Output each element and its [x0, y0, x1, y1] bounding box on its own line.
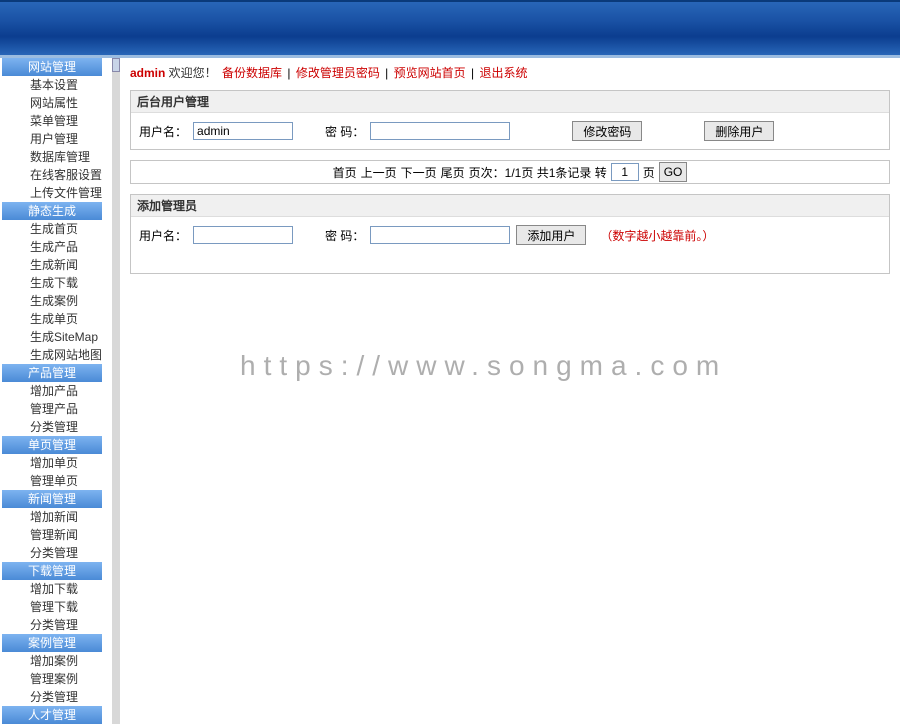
sidebar-item[interactable]: 增加案例: [0, 652, 112, 670]
panel-title: 添加管理员: [131, 195, 889, 217]
sidebar-item[interactable]: 生成网站地图: [0, 346, 112, 364]
password-input[interactable]: [370, 122, 510, 140]
sidebar-group-header[interactable]: 静态生成: [2, 202, 102, 220]
page-info: 页次：1/1页 共1条记录 转: [469, 164, 607, 181]
sidebar-item[interactable]: 增加产品: [0, 382, 112, 400]
sidebar-item[interactable]: 生成SiteMap: [0, 328, 112, 346]
add-user-button[interactable]: 添加用户: [516, 225, 586, 245]
pagination: 首页 上一页 下一页 尾页 页次：1/1页 共1条记录 转 页 GO: [130, 160, 890, 184]
sidebar-group-header[interactable]: 案例管理: [2, 634, 102, 652]
sidebar-group-header[interactable]: 人才管理: [2, 706, 102, 724]
change-password-button[interactable]: 修改密码: [572, 121, 642, 141]
password-label: 密 码：: [325, 227, 364, 244]
page-prev[interactable]: 上一页: [361, 164, 397, 181]
sidebar: 网站管理基本设置网站属性菜单管理用户管理数据库管理在线客服设置上传文件管理静态生…: [0, 58, 112, 724]
sidebar-item[interactable]: 数据库管理: [0, 148, 112, 166]
sidebar-item[interactable]: 上传文件管理: [0, 184, 112, 202]
sidebar-item[interactable]: 管理下载: [0, 598, 112, 616]
sidebar-item[interactable]: 管理案例: [0, 670, 112, 688]
sidebar-group-header[interactable]: 单页管理: [2, 436, 102, 454]
page-suffix: 页: [643, 164, 655, 181]
sidebar-item[interactable]: 分类管理: [0, 418, 112, 436]
sidebar-item[interactable]: 生成案例: [0, 292, 112, 310]
sidebar-group-header[interactable]: 产品管理: [2, 364, 102, 382]
sidebar-scrollbar[interactable]: [112, 58, 120, 724]
welcome-text: 欢迎您！: [165, 66, 220, 80]
sidebar-item[interactable]: 管理新闻: [0, 526, 112, 544]
sidebar-item[interactable]: 增加新闻: [0, 508, 112, 526]
sidebar-item[interactable]: 生成单页: [0, 310, 112, 328]
panel-add-admin: 添加管理员 用户名： 密 码： 添加用户 （数字越小越靠前。）: [130, 194, 890, 274]
sidebar-item[interactable]: 增加下载: [0, 580, 112, 598]
sidebar-group-header[interactable]: 新闻管理: [2, 490, 102, 508]
topline: admin 欢迎您！ 备份数据库 | 修改管理员密码 | 预览网站首页 | 退出…: [130, 64, 890, 82]
sidebar-item[interactable]: 网站属性: [0, 94, 112, 112]
sidebar-item[interactable]: 在线客服设置: [0, 166, 112, 184]
sidebar-item[interactable]: 分类管理: [0, 616, 112, 634]
new-password-input[interactable]: [370, 226, 510, 244]
sidebar-item[interactable]: 分类管理: [0, 688, 112, 706]
sidebar-item[interactable]: 分类管理: [0, 544, 112, 562]
scroll-up[interactable]: [112, 58, 120, 72]
username-input[interactable]: [193, 122, 293, 140]
link-backup[interactable]: 备份数据库: [222, 66, 282, 80]
link-change-pwd[interactable]: 修改管理员密码: [296, 66, 380, 80]
header-bar: [0, 0, 900, 58]
sidebar-group-header[interactable]: 下载管理: [2, 562, 102, 580]
page-input[interactable]: [611, 163, 639, 181]
username-label: 用户名：: [139, 123, 187, 140]
sidebar-item[interactable]: 用户管理: [0, 130, 112, 148]
new-username-input[interactable]: [193, 226, 293, 244]
sidebar-item[interactable]: 菜单管理: [0, 112, 112, 130]
sidebar-item[interactable]: 管理单页: [0, 472, 112, 490]
go-button[interactable]: GO: [659, 162, 688, 182]
panel-user-manage: 后台用户管理 用户名： 密 码： 修改密码 删除用户: [130, 90, 890, 150]
link-preview[interactable]: 预览网站首页: [394, 66, 466, 80]
page-last[interactable]: 尾页: [441, 164, 465, 181]
panel-title: 后台用户管理: [131, 91, 889, 113]
page-first[interactable]: 首页: [333, 164, 357, 181]
sidebar-group-header[interactable]: 网站管理: [2, 58, 102, 76]
password-label: 密 码：: [325, 123, 364, 140]
sidebar-item[interactable]: 生成下载: [0, 274, 112, 292]
sidebar-item[interactable]: 生成首页: [0, 220, 112, 238]
delete-user-button[interactable]: 删除用户: [704, 121, 774, 141]
sidebar-item[interactable]: 生成新闻: [0, 256, 112, 274]
page-next[interactable]: 下一页: [401, 164, 437, 181]
link-logout[interactable]: 退出系统: [479, 66, 527, 80]
main-content: admin 欢迎您！ 备份数据库 | 修改管理员密码 | 预览网站首页 | 退出…: [120, 58, 900, 724]
admin-name: admin: [130, 66, 165, 80]
note-text: （数字越小越靠前。）: [600, 227, 714, 244]
sidebar-item[interactable]: 生成产品: [0, 238, 112, 256]
sidebar-item[interactable]: 基本设置: [0, 76, 112, 94]
sidebar-item[interactable]: 管理产品: [0, 400, 112, 418]
username-label: 用户名：: [139, 227, 187, 244]
sidebar-item[interactable]: 增加单页: [0, 454, 112, 472]
